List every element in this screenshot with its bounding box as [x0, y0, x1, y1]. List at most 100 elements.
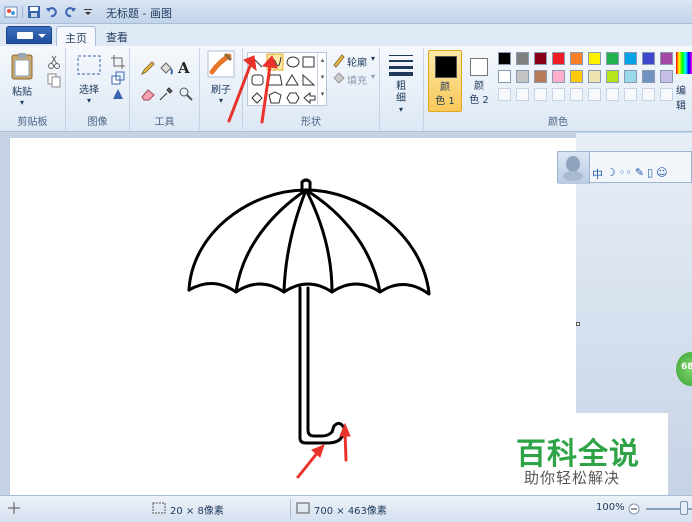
palette-color-swatch[interactable]: [570, 52, 583, 65]
palette-color-swatch[interactable]: [534, 70, 547, 83]
brushes-button[interactable]: 刷子 ▾: [204, 50, 238, 110]
canvas-resize-handle[interactable]: [576, 322, 580, 326]
ime-toolbar-item[interactable]: ✎: [635, 166, 644, 182]
custom-color-slot[interactable]: [624, 88, 637, 101]
triangle-shape-icon[interactable]: [285, 74, 299, 86]
pencil-icon[interactable]: [140, 60, 156, 76]
fill-label[interactable]: 填充: [347, 72, 367, 87]
palette-color-swatch[interactable]: [642, 70, 655, 83]
paint-app-icon[interactable]: [4, 5, 18, 19]
shapes-gallery-scroll[interactable]: ▴ ▾ ▾: [317, 52, 327, 106]
palette-color-swatch[interactable]: [660, 52, 673, 65]
palette-color-swatch[interactable]: [552, 70, 565, 83]
color1-button[interactable]: 颜 色 1: [428, 50, 462, 112]
palette-color-swatch[interactable]: [516, 52, 529, 65]
fill-bucket-icon[interactable]: [158, 60, 174, 76]
brushes-dropdown-icon: ▾: [218, 96, 223, 105]
ime-toolbar-item[interactable]: ☽: [606, 166, 616, 182]
tab-view[interactable]: 查看: [98, 26, 136, 46]
custom-color-slot[interactable]: [498, 88, 511, 101]
tools-group-label: 工具: [154, 117, 175, 128]
palette-color-swatch[interactable]: [588, 70, 601, 83]
palette-color-swatch[interactable]: [498, 70, 511, 83]
size-button[interactable]: 粗 细 ▾: [386, 52, 416, 114]
palette-color-swatch[interactable]: [570, 70, 583, 83]
custom-color-slot[interactable]: [642, 88, 655, 101]
right-triangle-icon[interactable]: [302, 73, 316, 86]
menu-icon: [17, 32, 33, 39]
quick-access-toolbar: [4, 4, 95, 20]
paste-button[interactable]: 粘贴 ▾: [8, 52, 36, 110]
arrow-shape-icon[interactable]: [303, 91, 316, 105]
oval-shape-icon[interactable]: [286, 56, 300, 68]
palette-color-swatch[interactable]: [660, 70, 673, 83]
crop-icon[interactable]: [110, 54, 126, 70]
hexagon-shape-icon[interactable]: [286, 92, 300, 104]
line-shape-icon[interactable]: [251, 56, 263, 68]
rounded-rectangle-icon[interactable]: [251, 74, 264, 86]
select-button[interactable]: 选择 ▾: [74, 52, 104, 110]
tab-home[interactable]: 主页: [56, 26, 96, 46]
customize-toolbar-icon[interactable]: [81, 5, 95, 19]
brush-icon: [207, 50, 235, 78]
palette-color-swatch[interactable]: [642, 52, 655, 65]
palette-color-swatch[interactable]: [534, 52, 547, 65]
palette-color-swatch[interactable]: [588, 52, 601, 65]
palette-color-swatch[interactable]: [624, 70, 637, 83]
zoom-out-icon[interactable]: [628, 503, 640, 515]
canvas-size-icon: [296, 502, 310, 514]
outline-dropdown-icon[interactable]: ▾: [371, 54, 375, 63]
custom-color-slot[interactable]: [588, 88, 601, 101]
custom-color-slot[interactable]: [606, 88, 619, 101]
undo-icon[interactable]: [45, 5, 59, 19]
custom-color-slot[interactable]: [660, 88, 673, 101]
cut-icon[interactable]: [46, 54, 62, 70]
shapes-group-label: 形状: [301, 117, 321, 128]
color1-label: 颜 色 1: [435, 82, 455, 107]
palette-color-swatch[interactable]: [498, 52, 511, 65]
outline-label[interactable]: 轮廓: [347, 54, 367, 69]
resize-icon[interactable]: [110, 70, 126, 86]
color2-label: 颜 色 2: [469, 81, 489, 106]
ime-toolbar-item[interactable]: ◦◦: [619, 166, 632, 182]
copy-icon[interactable]: [46, 72, 62, 88]
eraser-icon[interactable]: [140, 86, 156, 102]
select-dropdown-icon: ▾: [86, 96, 91, 105]
redo-icon[interactable]: [63, 5, 77, 19]
ime-avatar-icon[interactable]: [558, 152, 590, 184]
edit-colors-icon[interactable]: [676, 52, 692, 74]
diamond-shape-icon[interactable]: [251, 92, 263, 104]
edit-colors-label[interactable]: 编辑: [676, 82, 692, 112]
palette-color-swatch[interactable]: [624, 52, 637, 65]
pentagon-shape-icon[interactable]: [268, 91, 282, 104]
palette-color-swatch[interactable]: [552, 52, 565, 65]
rectangle-shape-icon[interactable]: [302, 56, 315, 68]
custom-color-slot[interactable]: [552, 88, 565, 101]
zoom-slider-knob[interactable]: [680, 501, 688, 515]
palette-color-swatch[interactable]: [606, 70, 619, 83]
watermark: 百科全说 助你轻松解决: [494, 413, 668, 497]
fill-dropdown-icon[interactable]: ▾: [371, 72, 375, 81]
paint-menu-button[interactable]: [6, 26, 52, 44]
save-icon[interactable]: [27, 5, 41, 19]
polygon-shape-icon[interactable]: [267, 74, 283, 86]
ime-toolbar-item[interactable]: ☺: [656, 166, 667, 182]
custom-color-slot[interactable]: [534, 88, 547, 101]
magnifier-icon[interactable]: [178, 86, 194, 102]
custom-color-slot[interactable]: [570, 88, 583, 101]
custom-color-slot[interactable]: [516, 88, 529, 101]
ime-toolbar-item[interactable]: 中: [592, 166, 603, 182]
color2-button[interactable]: 颜 色 2: [464, 50, 494, 112]
color-picker-icon[interactable]: [158, 86, 174, 102]
outline-icon[interactable]: [331, 52, 347, 68]
palette-color-swatch[interactable]: [606, 52, 619, 65]
text-tool-icon[interactable]: A: [178, 59, 190, 77]
ime-toolbar-item[interactable]: ▯: [647, 166, 653, 182]
drawing-canvas[interactable]: [10, 138, 576, 495]
fill-icon[interactable]: [331, 70, 347, 86]
colors-group: 颜 色 1 颜 色 2 编辑 颜色: [424, 48, 692, 130]
palette-color-swatch[interactable]: [516, 70, 529, 83]
ribbon: 粘贴 ▾ 剪贴板 选择 ▾ 图像 A 工具 刷子 ▾ ▴ ▾ ▾ 轮廓 ▾ 填充…: [0, 46, 692, 132]
rotate-icon[interactable]: [110, 86, 126, 102]
shapes-group: ▴ ▾ ▾ 轮廓 ▾ 填充 ▾ 形状: [242, 48, 380, 130]
